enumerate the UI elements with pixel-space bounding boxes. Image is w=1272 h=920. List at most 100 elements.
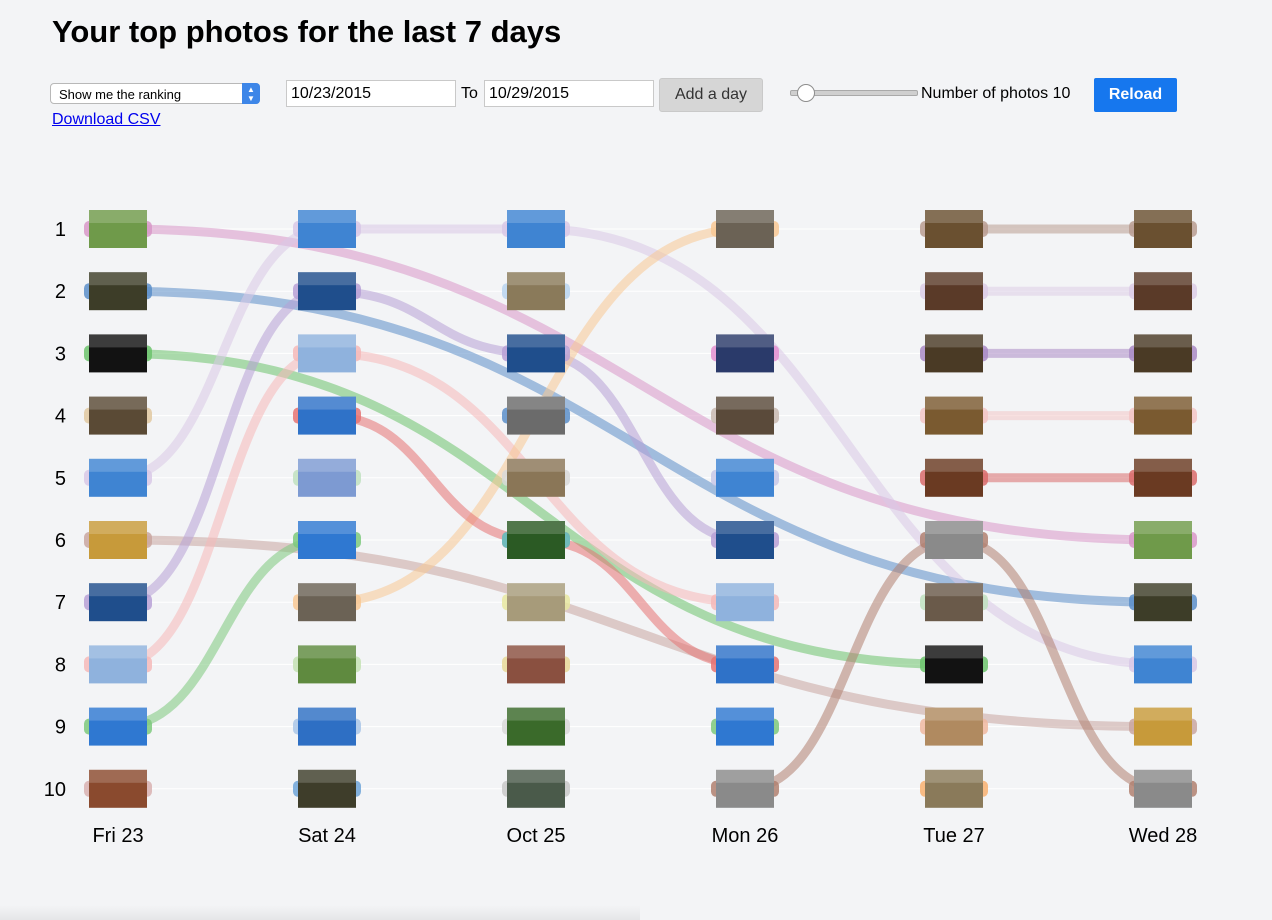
- plane-contrail-photo-icon[interactable]: [711, 521, 779, 559]
- forest-photo-icon[interactable]: [1129, 583, 1197, 622]
- rank-marker: [293, 656, 361, 673]
- plane-sky-photo-icon[interactable]: [502, 210, 570, 248]
- food-platter-photo-icon[interactable]: [84, 769, 152, 808]
- photo-thumbnail: [507, 272, 565, 311]
- plane-sky-photo-icon[interactable]: [1129, 645, 1197, 684]
- food-plate-photo-icon[interactable]: [84, 521, 152, 559]
- bird-wing-photo-icon[interactable]: [502, 521, 570, 559]
- photo-count-slider[interactable]: [790, 84, 918, 102]
- forest-photo-icon[interactable]: [84, 272, 152, 311]
- photo-thumbnail: [925, 583, 983, 622]
- photo-thumbnail: [89, 583, 147, 622]
- cave-silhouette-photo-icon[interactable]: [920, 645, 988, 684]
- berries-photo-icon[interactable]: [502, 707, 570, 746]
- sky-contrail-photo-icon[interactable]: [293, 707, 361, 746]
- rank-marker: [84, 283, 152, 300]
- pier-sunset-photo-icon[interactable]: [293, 583, 361, 622]
- rank-marker: [502, 718, 570, 735]
- hall-d-photo-icon[interactable]: [1129, 396, 1197, 435]
- hall-e-photo-icon[interactable]: [1129, 458, 1197, 497]
- tree-branches-photo-icon[interactable]: [502, 769, 570, 808]
- reload-button[interactable]: Reload: [1094, 78, 1177, 112]
- ferris-wheel-photo-icon[interactable]: [711, 334, 779, 373]
- hall-e-photo-icon[interactable]: [920, 458, 988, 497]
- photo-thumbnail: [507, 521, 565, 559]
- bus-interior-photo-icon[interactable]: [502, 645, 570, 684]
- rainy-window-photo-icon[interactable]: [1129, 769, 1197, 808]
- plane-contrail-photo-icon[interactable]: [502, 334, 570, 373]
- bird-photo-icon[interactable]: [84, 645, 152, 684]
- hall-b-photo-icon[interactable]: [1129, 272, 1197, 311]
- day-label: Tue 27: [923, 825, 985, 847]
- rank-marker: [502, 656, 570, 673]
- photo-highlight: [507, 396, 565, 410]
- rank-label: 10: [44, 779, 66, 801]
- photo-thumbnail: [1134, 521, 1192, 559]
- photo-highlight: [925, 210, 983, 223]
- bird-wing-photo-icon[interactable]: [711, 645, 779, 684]
- hall-c-photo-icon[interactable]: [1129, 334, 1197, 373]
- bird-photo-icon[interactable]: [711, 583, 779, 622]
- photo-thumbnail: [1134, 707, 1192, 746]
- date-to-input[interactable]: [484, 80, 654, 107]
- photo-thumbnail: [925, 707, 983, 746]
- date-from-input[interactable]: [286, 80, 456, 107]
- rank-marker: [711, 221, 779, 237]
- photo-thumbnail: [89, 272, 147, 311]
- flower-red-photo-icon[interactable]: [502, 521, 570, 559]
- photo-thumbnail: [716, 458, 774, 497]
- photo-thumbnail: [925, 521, 983, 559]
- succulent-photo-icon[interactable]: [1129, 521, 1197, 559]
- plane-sky-photo-icon[interactable]: [293, 210, 361, 248]
- ranking-line: [740, 535, 1168, 794]
- sheep-field-photo-icon[interactable]: [293, 645, 361, 684]
- download-csv-link[interactable]: Download CSV: [52, 111, 161, 129]
- rainy-window-photo-icon[interactable]: [711, 769, 779, 808]
- photo-highlight: [507, 769, 565, 783]
- plane-blue-photo-icon[interactable]: [711, 458, 779, 497]
- rocks-photo-icon[interactable]: [920, 583, 988, 622]
- photo-thumbnail: [89, 521, 147, 559]
- photo-thumbnail: [1134, 583, 1192, 622]
- tea-cup-photo-icon[interactable]: [920, 707, 988, 746]
- sunset-clouds-photo-icon[interactable]: [84, 396, 152, 435]
- white-flowers-photo-icon[interactable]: [711, 396, 779, 435]
- road-sunrise-photo-icon[interactable]: [502, 272, 570, 311]
- slider-knob[interactable]: [797, 84, 815, 102]
- forest-path-photo-icon[interactable]: [293, 769, 361, 808]
- bird-wing-photo-icon[interactable]: [293, 396, 361, 435]
- cave-silhouette-photo-icon[interactable]: [84, 334, 152, 373]
- butterfly-photo-icon[interactable]: [920, 769, 988, 808]
- photo-highlight: [89, 583, 147, 597]
- ranking-chart: 1 2 3 4 5 6 7 8 9 10 Fri 23 Sat 24 Oct 25 Mon 26 Tue …: [44, 210, 1197, 847]
- blue-figure-photo-icon[interactable]: [293, 458, 361, 497]
- photo-highlight: [1134, 334, 1192, 348]
- rank-label: 7: [55, 592, 66, 614]
- hall-b-photo-icon[interactable]: [920, 272, 988, 311]
- plane-photo-icon[interactable]: [293, 521, 361, 559]
- rope-photo-icon[interactable]: [502, 458, 570, 497]
- plane-sky-photo-icon[interactable]: [84, 458, 152, 497]
- food-plate-photo-icon[interactable]: [1129, 707, 1197, 746]
- rank-marker: [84, 221, 152, 237]
- photo-thumbnail: [298, 769, 356, 808]
- mode-select[interactable]: Show me the ranking ▲ ▼: [50, 83, 260, 104]
- plane-contrail-photo-icon[interactable]: [84, 583, 152, 622]
- rank-label: 8: [55, 654, 66, 676]
- plane-flying-photo-icon[interactable]: [711, 707, 779, 746]
- photo-thumbnail: [716, 396, 774, 435]
- plane-photo-icon[interactable]: [84, 707, 152, 746]
- plane-contrail-photo-icon[interactable]: [293, 272, 361, 311]
- day-label: Oct 25: [507, 825, 566, 847]
- rainy-window-photo-icon[interactable]: [920, 521, 988, 559]
- hall-d-photo-icon[interactable]: [920, 396, 988, 435]
- bird-photo-icon[interactable]: [293, 334, 361, 373]
- hall-c-photo-icon[interactable]: [920, 334, 988, 373]
- pier-sunset-photo-icon[interactable]: [711, 210, 779, 248]
- hall-a-photo-icon[interactable]: [1129, 210, 1197, 248]
- hall-a-photo-icon[interactable]: [920, 210, 988, 248]
- add-day-button[interactable]: Add a day: [659, 78, 763, 112]
- garden-path-photo-icon[interactable]: [502, 583, 570, 622]
- succulent-photo-icon[interactable]: [84, 210, 152, 248]
- dog-photo-icon[interactable]: [502, 396, 570, 435]
